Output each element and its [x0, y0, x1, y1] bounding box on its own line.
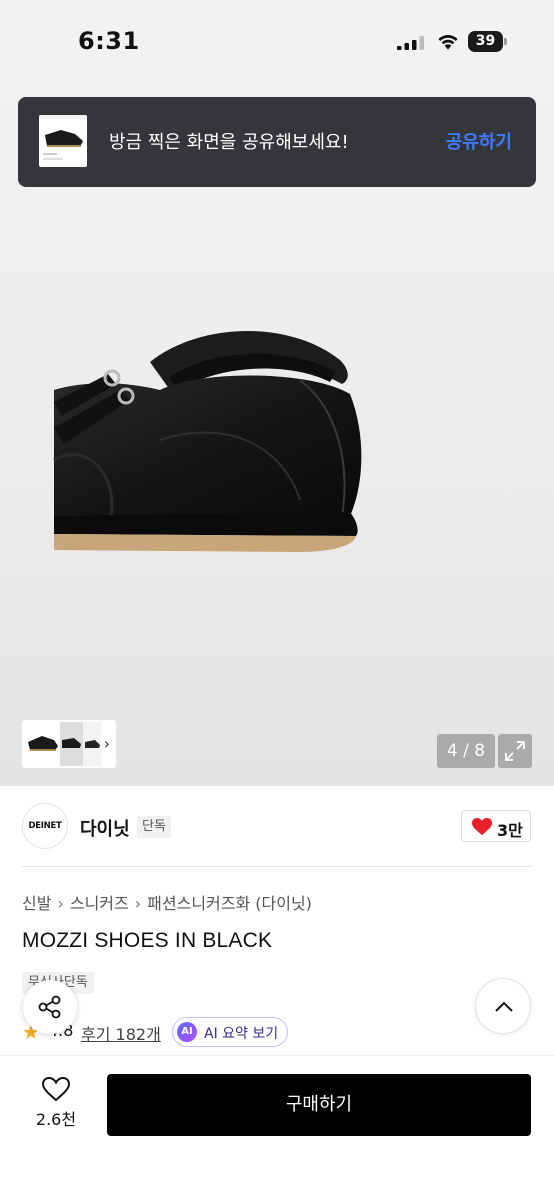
shoe-thumb-icon [28, 736, 58, 751]
expand-button[interactable] [498, 734, 532, 768]
wifi-icon [438, 35, 458, 50]
brand-like-button[interactable]: 3만 [461, 810, 531, 842]
thumbnail-2[interactable] [60, 722, 83, 766]
brand-name[interactable]: 다이닛 [80, 815, 130, 841]
chevron-right-icon: › [134, 894, 142, 913]
shoe-thumbnail-icon [39, 115, 87, 160]
battery-icon: 39 [468, 31, 508, 52]
bottom-action-bar: 2.6천 구매하기 [0, 1055, 554, 1200]
screenshot-share-toast: 방금 찍은 화면을 공유해보세요! 공유하기 [18, 97, 536, 187]
chevron-right-icon[interactable]: › [104, 734, 110, 753]
breadcrumb-item-shoes[interactable]: 신발 [22, 894, 51, 913]
heart-filled-icon [472, 818, 492, 835]
ai-badge-icon: AI [177, 1022, 197, 1042]
share-button[interactable] [23, 980, 77, 1034]
shoe-thumb-icon [62, 738, 81, 748]
reviews-link[interactable]: 후기 182개 [81, 1021, 161, 1045]
screenshot-thumbnail[interactable] [39, 115, 87, 167]
product-image-gallery[interactable]: 6:31 39 방금 찍은 화면을 공유해보세요! 공유하기 › 4 / 8 [0, 0, 554, 786]
thumbnail-strip[interactable]: › [22, 720, 116, 768]
divider [22, 866, 532, 867]
chevron-right-icon: › [57, 894, 64, 913]
image-counter: 4 / 8 [437, 734, 495, 768]
like-count: 3만 [497, 821, 523, 840]
exclusive-badge: 단독 [137, 816, 171, 838]
battery-level: 39 [468, 31, 503, 52]
brand-logo[interactable]: DEINET [22, 803, 68, 849]
product-title: MOZZI SHOES IN BLACK [22, 929, 273, 952]
buy-button[interactable]: 구매하기 [107, 1074, 531, 1136]
scroll-to-top-button[interactable] [475, 978, 531, 1034]
ai-summary-button[interactable]: AI AI 요약 보기 [172, 1017, 288, 1047]
breadcrumb: 신발 › 스니커즈 › 패션스니커즈화 (다이닛) [22, 890, 312, 914]
shoe-thumb-icon [85, 740, 100, 748]
status-bar: 6:31 39 [0, 0, 554, 82]
ai-summary-label: AI 요약 보기 [204, 1026, 279, 1042]
heart-outline-icon [41, 1076, 71, 1102]
share-icon [38, 995, 61, 1019]
cellular-signal-icon [397, 36, 424, 50]
shoe-product-photo [53, 330, 362, 552]
share-now-button[interactable]: 공유하기 [446, 128, 512, 154]
toast-message: 방금 찍은 화면을 공유해보세요! [109, 132, 349, 153]
status-time: 6:31 [78, 27, 140, 55]
wishlist-button[interactable]: 2.6천 [28, 1076, 84, 1136]
thumbnail-1[interactable] [24, 722, 60, 766]
rating-row: ★ 4.8 후기 182개 AI AI 요약 보기 [22, 1017, 422, 1047]
breadcrumb-item-sneakers[interactable]: 스니커즈 [70, 894, 129, 913]
expand-icon [505, 741, 525, 761]
chevron-up-icon [495, 1001, 513, 1012]
brand-row: DEINET 다이닛 단독 3만 [0, 800, 554, 852]
wishlist-count: 2.6천 [35, 1110, 77, 1129]
breadcrumb-item-fashion-sneakers[interactable]: 패션스니커즈화 (다이닛) [147, 894, 312, 913]
thumbnail-3[interactable] [83, 722, 101, 766]
